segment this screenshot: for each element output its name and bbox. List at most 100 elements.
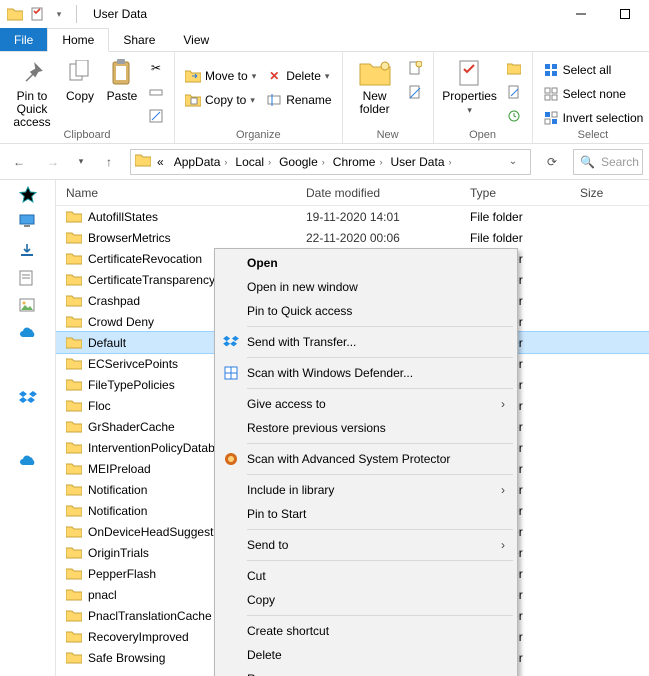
address-bar[interactable]: « AppData›Local›Google›Chrome›User Data›… (130, 149, 531, 175)
menu-item[interactable]: Delete (217, 643, 515, 667)
desktop-icon[interactable] (19, 214, 37, 232)
divider (76, 5, 77, 23)
navbar: ← → ▾ ↑ « AppData›Local›Google›Chrome›Us… (0, 144, 649, 180)
invert-selection-button[interactable]: Invert selection (539, 107, 648, 129)
documents-icon[interactable] (19, 270, 37, 288)
delete-button[interactable]: ✕ Delete ▾ (262, 65, 335, 87)
quick-access-icon[interactable] (19, 186, 37, 204)
rename-button[interactable]: Rename (262, 89, 335, 111)
group-organize: Move to ▾ Copy to ▾ ✕ Delete ▾ Rename (175, 52, 343, 143)
delete-icon: ✕ (266, 68, 282, 84)
table-row[interactable]: BrowserMetrics22-11-2020 00:06File folde… (56, 227, 649, 248)
select-none-button[interactable]: Select none (539, 83, 648, 105)
menu-item[interactable]: Open (217, 251, 515, 275)
copy-icon (64, 57, 96, 89)
column-headers[interactable]: Name Date modified Type Size (56, 180, 649, 206)
chevron-down-icon: ▾ (325, 71, 330, 82)
copy-label: Copy (66, 90, 94, 103)
tab-view[interactable]: View (169, 28, 223, 51)
new-folder-button[interactable]: New folder (349, 55, 401, 116)
select-all-label: Select all (563, 63, 612, 77)
col-type[interactable]: Type (460, 186, 570, 200)
col-name[interactable]: Name (56, 186, 296, 200)
menu-item[interactable]: Pin to Quick access (217, 299, 515, 323)
menu-item[interactable]: Include in library› (217, 478, 515, 502)
menu-item[interactable]: Scan with Advanced System Protector (217, 447, 515, 471)
select-none-icon (543, 86, 559, 102)
crumb-prefix[interactable]: « (153, 155, 168, 169)
crumb[interactable]: Local› (231, 155, 275, 169)
menu-item[interactable]: Rename (217, 667, 515, 676)
onedrive-icon[interactable] (19, 326, 37, 344)
select-all-button[interactable]: Select all (539, 59, 648, 81)
breadcrumb: AppData›Local›Google›Chrome›User Data› (170, 155, 456, 169)
menu-item[interactable]: Open in new window (217, 275, 515, 299)
menu-item[interactable]: Restore previous versions (217, 416, 515, 440)
pictures-icon[interactable] (19, 298, 37, 316)
paste-shortcut-small-button[interactable] (144, 105, 168, 127)
menu-item[interactable]: Create shortcut (217, 619, 515, 643)
dropbox-icon[interactable] (19, 390, 37, 408)
menu-item-label: Scan with Windows Defender... (247, 366, 413, 380)
move-to-button[interactable]: Move to ▾ (181, 65, 260, 87)
cut-small-button[interactable]: ✂ (144, 57, 168, 79)
edit-small-button[interactable] (502, 81, 526, 103)
menu-item-label: Open (247, 256, 278, 270)
new-item-button[interactable] (403, 57, 427, 79)
file-list: Name Date modified Type Size AutofillSta… (56, 180, 649, 676)
crumb[interactable]: Google› (275, 155, 329, 169)
col-date[interactable]: Date modified (296, 186, 460, 200)
table-row[interactable]: AutofillStates19-11-2020 14:01File folde… (56, 206, 649, 227)
pin-quick-access-button[interactable]: Pin to Quick access (6, 55, 58, 129)
qat-dropdown-icon[interactable]: ▾ (50, 5, 68, 23)
tab-home[interactable]: Home (47, 28, 109, 52)
easy-access-button[interactable] (403, 81, 427, 103)
crumb[interactable]: Chrome› (329, 155, 387, 169)
menu-item[interactable]: Send with Transfer... (217, 330, 515, 354)
paste-label: Paste (107, 90, 138, 103)
forward-button[interactable]: → (40, 149, 66, 175)
back-button[interactable]: ← (6, 149, 32, 175)
crumb[interactable]: AppData› (170, 155, 232, 169)
menu-item[interactable]: Pin to Start (217, 502, 515, 526)
crumb[interactable]: User Data› (386, 155, 455, 169)
menu-item[interactable]: Scan with Windows Defender... (217, 361, 515, 385)
recent-locations-button[interactable]: ▾ (74, 149, 88, 175)
menu-separator (247, 474, 513, 475)
menu-item[interactable]: Give access to› (217, 392, 515, 416)
cell-name: BrowserMetrics (56, 231, 296, 245)
menu-item-label: Cut (247, 569, 266, 583)
menu-item-label: Restore previous versions (247, 421, 386, 435)
history-icon (506, 108, 522, 124)
copy-to-button[interactable]: Copy to ▾ (181, 89, 260, 111)
minimize-button[interactable] (559, 0, 603, 28)
history-small-button[interactable] (502, 105, 526, 127)
refresh-button[interactable]: ⟳ (539, 149, 565, 175)
properties-label: Properties (442, 90, 497, 103)
onedrive2-icon[interactable] (19, 454, 37, 472)
col-size[interactable]: Size (570, 186, 649, 200)
copy-button[interactable]: Copy (60, 55, 100, 103)
open-small-button[interactable] (502, 57, 526, 79)
properties-button[interactable]: Properties ▾ (440, 55, 500, 117)
menu-item[interactable]: Copy (217, 588, 515, 612)
menu-item[interactable]: Cut (217, 564, 515, 588)
search-placeholder: Search (601, 155, 639, 169)
menu-item-label: Include in library (247, 483, 334, 497)
cell-date: 22-11-2020 00:06 (296, 231, 460, 245)
downloads-icon[interactable] (19, 242, 37, 260)
menu-item[interactable]: Send to› (217, 533, 515, 557)
up-button[interactable]: ↑ (96, 149, 122, 175)
copy-path-small-button[interactable] (144, 81, 168, 103)
tab-share[interactable]: Share (109, 28, 169, 51)
menu-item-label: Give access to (247, 397, 326, 411)
search-box[interactable]: 🔍 Search (573, 149, 643, 175)
maximize-button[interactable] (603, 0, 647, 28)
group-select: Select all Select none Invert selection … (533, 52, 649, 143)
properties-qat-icon[interactable] (28, 5, 46, 23)
address-dropdown-button[interactable]: ⌄ (500, 149, 526, 175)
paste-button[interactable]: Paste (102, 55, 142, 103)
tab-file[interactable]: File (0, 28, 47, 51)
folder-icon[interactable] (6, 5, 24, 23)
nav-pane[interactable] (0, 180, 56, 676)
